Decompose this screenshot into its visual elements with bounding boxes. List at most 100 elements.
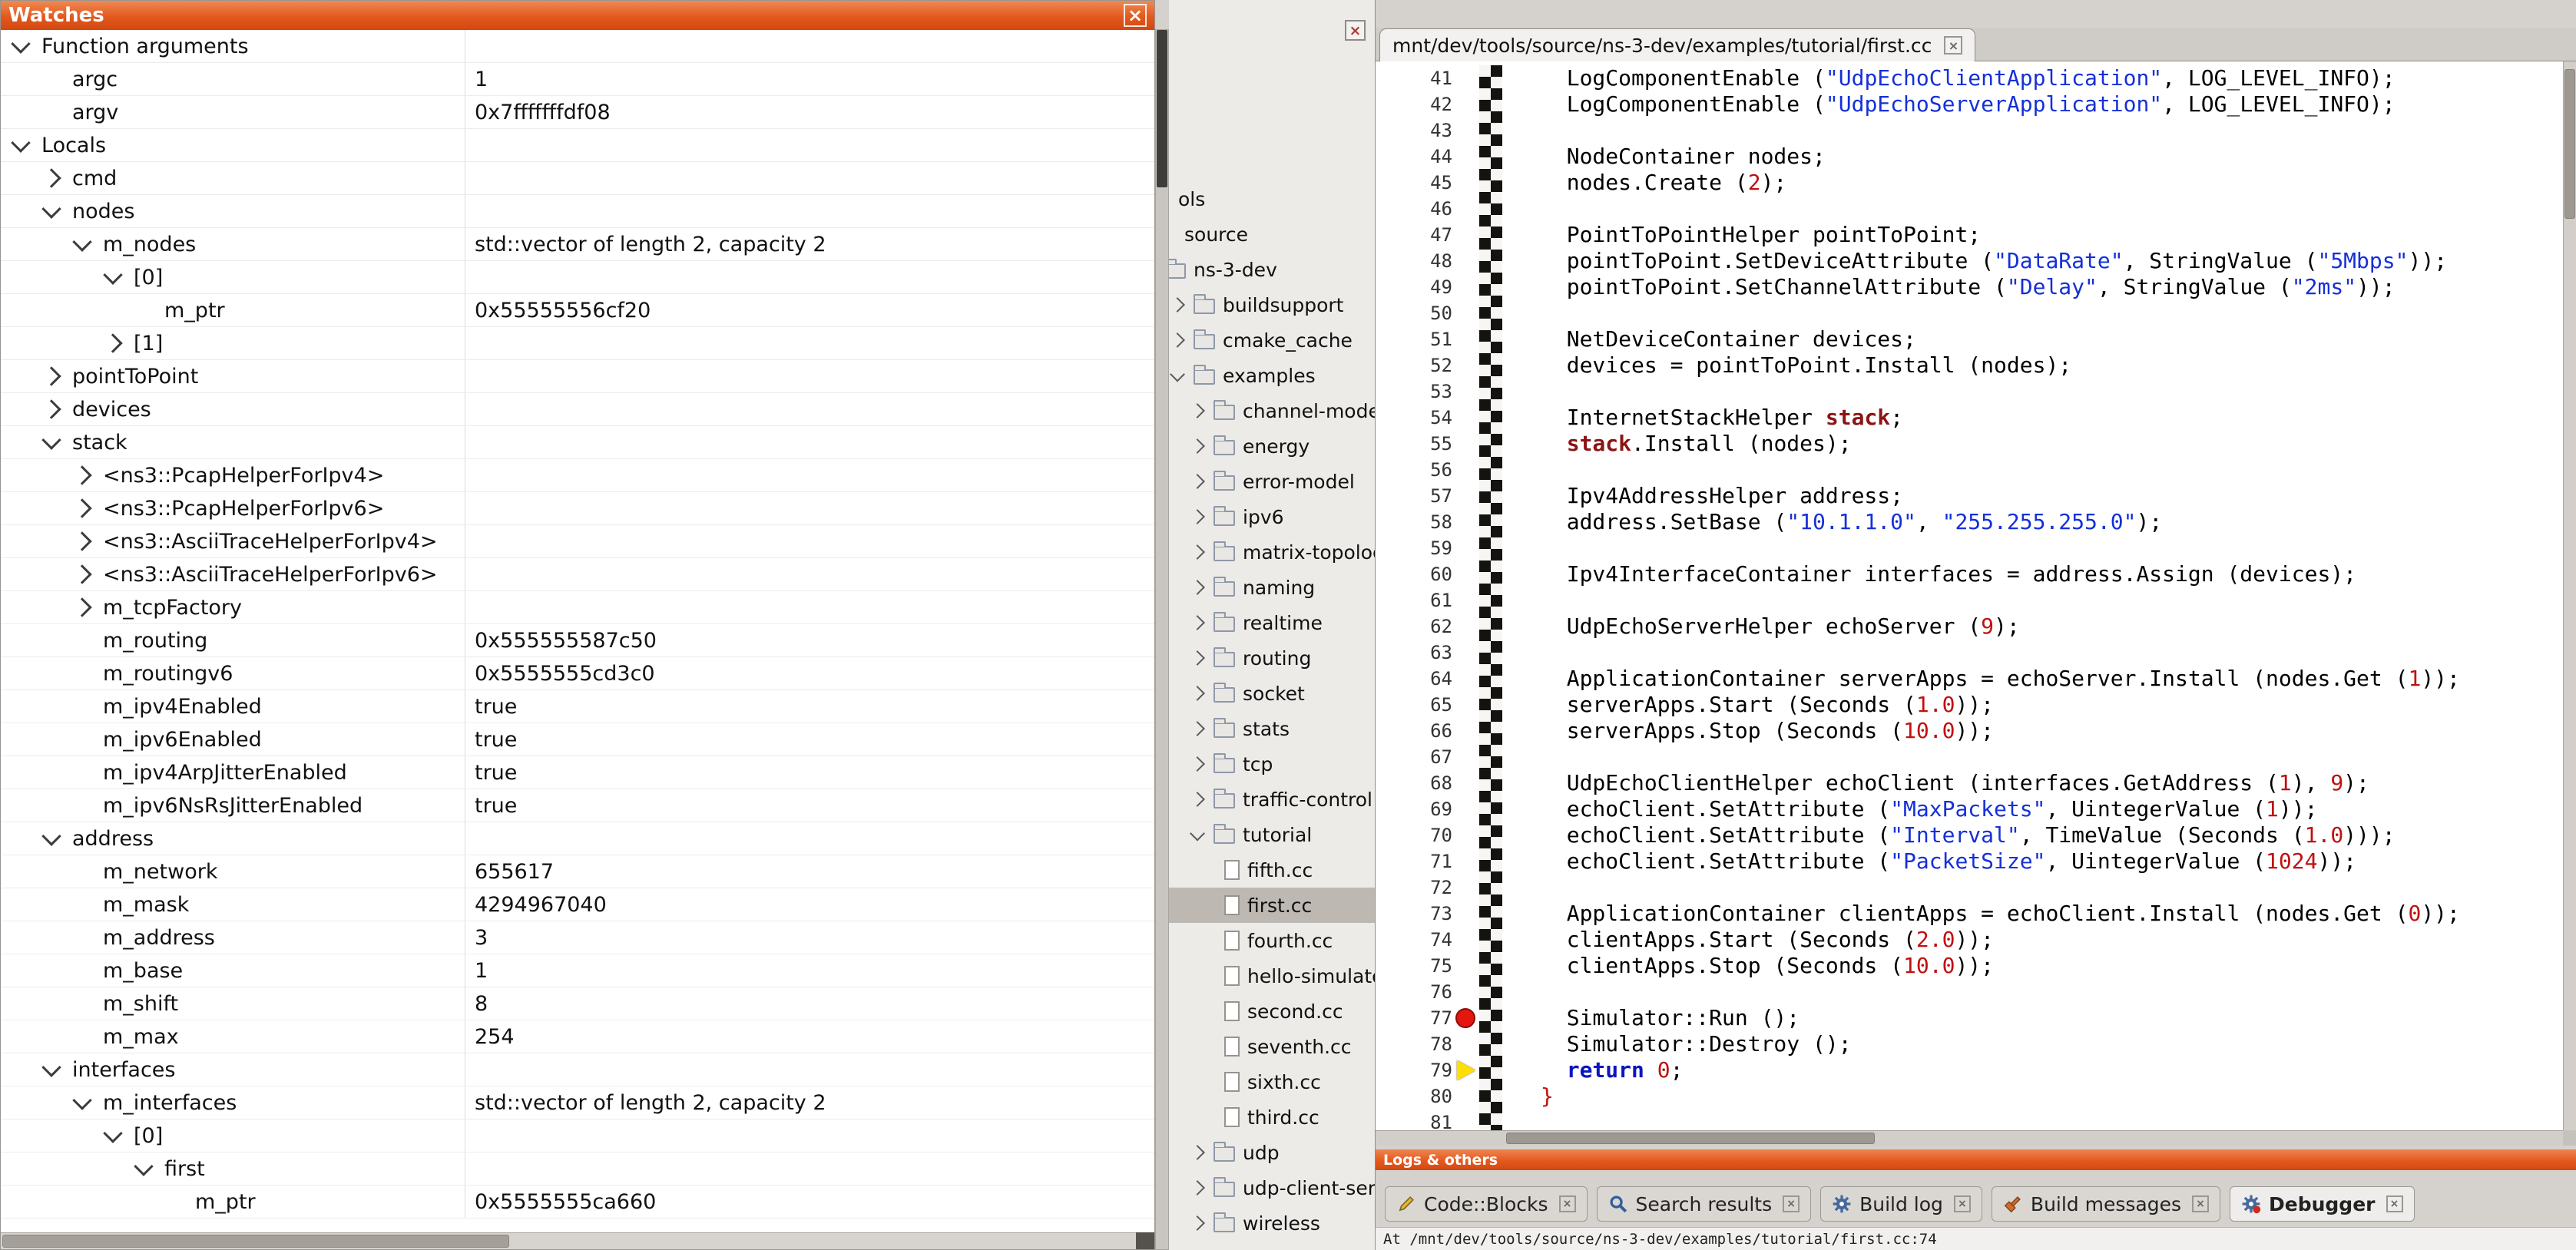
code-line[interactable]: 59: [1376, 535, 2563, 561]
watch-value-cell[interactable]: 0x5555555ca660: [465, 1186, 1154, 1218]
code-line[interactable]: 57 Ipv4AddressHelper address;: [1376, 483, 2563, 509]
code-line[interactable]: 71 echoClient.SetAttribute ("PacketSize"…: [1376, 848, 2563, 875]
line-number[interactable]: 67: [1376, 746, 1460, 768]
expander-icon[interactable]: [72, 1090, 91, 1109]
expander-icon[interactable]: [103, 265, 122, 284]
code-line[interactable]: 48 pointToPoint.SetDeviceAttribute ("Dat…: [1376, 248, 2563, 274]
expander-icon[interactable]: [11, 34, 30, 53]
line-number[interactable]: 59: [1376, 537, 1460, 559]
watch-row[interactable]: cmd: [1, 162, 1154, 195]
watch-row[interactable]: Locals: [1, 129, 1154, 162]
watch-value-cell[interactable]: [465, 162, 1154, 194]
tree-item[interactable]: seventh.cc: [1169, 1029, 1375, 1064]
line-number[interactable]: 80: [1376, 1086, 1460, 1107]
editor-vscrollbar[interactable]: [2563, 61, 2576, 1130]
tree-item[interactable]: realtime: [1169, 605, 1375, 640]
tree-item[interactable]: tutorial: [1169, 817, 1375, 852]
watch-value-cell[interactable]: [465, 822, 1154, 855]
tree-item[interactable]: first.cc: [1169, 888, 1375, 923]
expander-icon[interactable]: [103, 333, 122, 352]
code-line[interactable]: 76: [1376, 979, 2563, 1005]
watch-row[interactable]: pointToPoint: [1, 360, 1154, 393]
watch-value-cell[interactable]: [465, 1152, 1154, 1185]
watch-row[interactable]: m_tcpFactory: [1, 591, 1154, 624]
line-number[interactable]: 43: [1376, 120, 1460, 141]
expander-icon[interactable]: [41, 199, 61, 218]
watch-row[interactable]: m_ipv6Enabledtrue: [1, 723, 1154, 756]
line-number[interactable]: 63: [1376, 642, 1460, 663]
code-line[interactable]: 53: [1376, 379, 2563, 405]
tree-item[interactable]: examples: [1169, 358, 1375, 393]
watch-row[interactable]: m_address3: [1, 921, 1154, 954]
close-icon[interactable]: ×: [1954, 1195, 1971, 1212]
watch-value-cell[interactable]: [465, 591, 1154, 623]
line-number[interactable]: 78: [1376, 1033, 1460, 1055]
expander-icon[interactable]: [41, 399, 61, 418]
watch-value-cell[interactable]: [465, 1119, 1154, 1152]
code-line[interactable]: 64 ApplicationContainer serverApps = ech…: [1376, 666, 2563, 692]
watch-value-cell[interactable]: 655617: [465, 855, 1154, 888]
watch-row[interactable]: m_ptr0x5555555ca660: [1, 1186, 1154, 1219]
watch-row[interactable]: [0]: [1, 1119, 1154, 1152]
expander-icon[interactable]: [11, 133, 30, 152]
tree-item[interactable]: wireless: [1169, 1205, 1375, 1241]
management-vscrollbar[interactable]: [1155, 29, 1169, 1250]
watch-row[interactable]: m_interfacesstd::vector of length 2, cap…: [1, 1086, 1154, 1119]
line-number[interactable]: 44: [1376, 146, 1460, 167]
tree-item[interactable]: stats: [1169, 711, 1375, 746]
code-line[interactable]: 58 address.SetBase ("10.1.1.0", "255.255…: [1376, 509, 2563, 535]
expander-icon[interactable]: [1190, 580, 1205, 595]
expander-icon[interactable]: [41, 1057, 61, 1076]
expander-icon[interactable]: [1190, 1180, 1205, 1195]
watch-row[interactable]: m_routingv60x5555555cd3c0: [1, 657, 1154, 690]
tree-item[interactable]: third.cc: [1169, 1100, 1375, 1135]
expander-icon[interactable]: [134, 1156, 153, 1176]
code-line[interactable]: 67: [1376, 744, 2563, 770]
line-number[interactable]: 49: [1376, 276, 1460, 298]
watch-value-cell[interactable]: 0x5555555cd3c0: [465, 657, 1154, 689]
line-number[interactable]: 72: [1376, 877, 1460, 898]
code-line[interactable]: 73 ApplicationContainer clientApps = ech…: [1376, 901, 2563, 927]
code-line[interactable]: 61: [1376, 587, 2563, 613]
line-number[interactable]: 70: [1376, 825, 1460, 846]
code-line[interactable]: 74 clientApps.Start (Seconds (2.0));: [1376, 927, 2563, 953]
tree-item[interactable]: traffic-control: [1169, 782, 1375, 817]
watch-row[interactable]: [1]: [1, 327, 1154, 360]
code-line[interactable]: 70 echoClient.SetAttribute ("Interval", …: [1376, 822, 2563, 848]
editor-hscrollbar[interactable]: [1376, 1130, 2563, 1146]
watch-row[interactable]: m_max254: [1, 1020, 1154, 1053]
expander-icon[interactable]: [72, 232, 91, 251]
line-number[interactable]: 66: [1376, 720, 1460, 742]
tree-item[interactable]: second.cc: [1169, 994, 1375, 1029]
tree-item[interactable]: energy: [1169, 428, 1375, 464]
watch-row[interactable]: m_ipv6NsRsJitterEnabledtrue: [1, 789, 1154, 822]
watch-value-cell[interactable]: [465, 261, 1154, 293]
expander-icon[interactable]: [41, 366, 61, 385]
watches-hscrollbar[interactable]: [1, 1232, 1137, 1249]
watch-value-cell[interactable]: 4294967040: [465, 888, 1154, 921]
line-number[interactable]: 53: [1376, 381, 1460, 402]
watch-value-cell[interactable]: [465, 360, 1154, 392]
tree-item[interactable]: udp-client-server: [1169, 1170, 1375, 1205]
expander-icon[interactable]: [103, 1123, 122, 1143]
tree-item[interactable]: udp: [1169, 1135, 1375, 1170]
watch-value-cell[interactable]: 3: [465, 921, 1154, 954]
code-line[interactable]: 77 Simulator::Run ();: [1376, 1005, 2563, 1031]
code-editor[interactable]: 41 LogComponentEnable ("UdpEchoClientApp…: [1376, 61, 2563, 1130]
code-line[interactable]: 44 NodeContainer nodes;: [1376, 144, 2563, 170]
expander-icon[interactable]: [1190, 792, 1205, 807]
resize-grip[interactable]: [1136, 1232, 1154, 1249]
code-line[interactable]: 63: [1376, 640, 2563, 666]
line-number[interactable]: 64: [1376, 668, 1460, 689]
expander-icon[interactable]: [1190, 721, 1205, 736]
watch-row[interactable]: m_network655617: [1, 855, 1154, 888]
tree-item[interactable]: matrix-topology: [1169, 534, 1375, 570]
scrollbar-thumb[interactable]: [1506, 1133, 1875, 1144]
code-line[interactable]: 66 serverApps.Stop (Seconds (10.0));: [1376, 718, 2563, 744]
watch-row[interactable]: <ns3::PcapHelperForIpv6>: [1, 492, 1154, 525]
watch-value-cell[interactable]: [465, 393, 1154, 425]
code-line[interactable]: 75 clientApps.Stop (Seconds (10.0));: [1376, 953, 2563, 979]
logs-tab[interactable]: Debugger×: [2230, 1186, 2414, 1222]
line-number[interactable]: 55: [1376, 433, 1460, 455]
expander-icon[interactable]: [41, 168, 61, 187]
